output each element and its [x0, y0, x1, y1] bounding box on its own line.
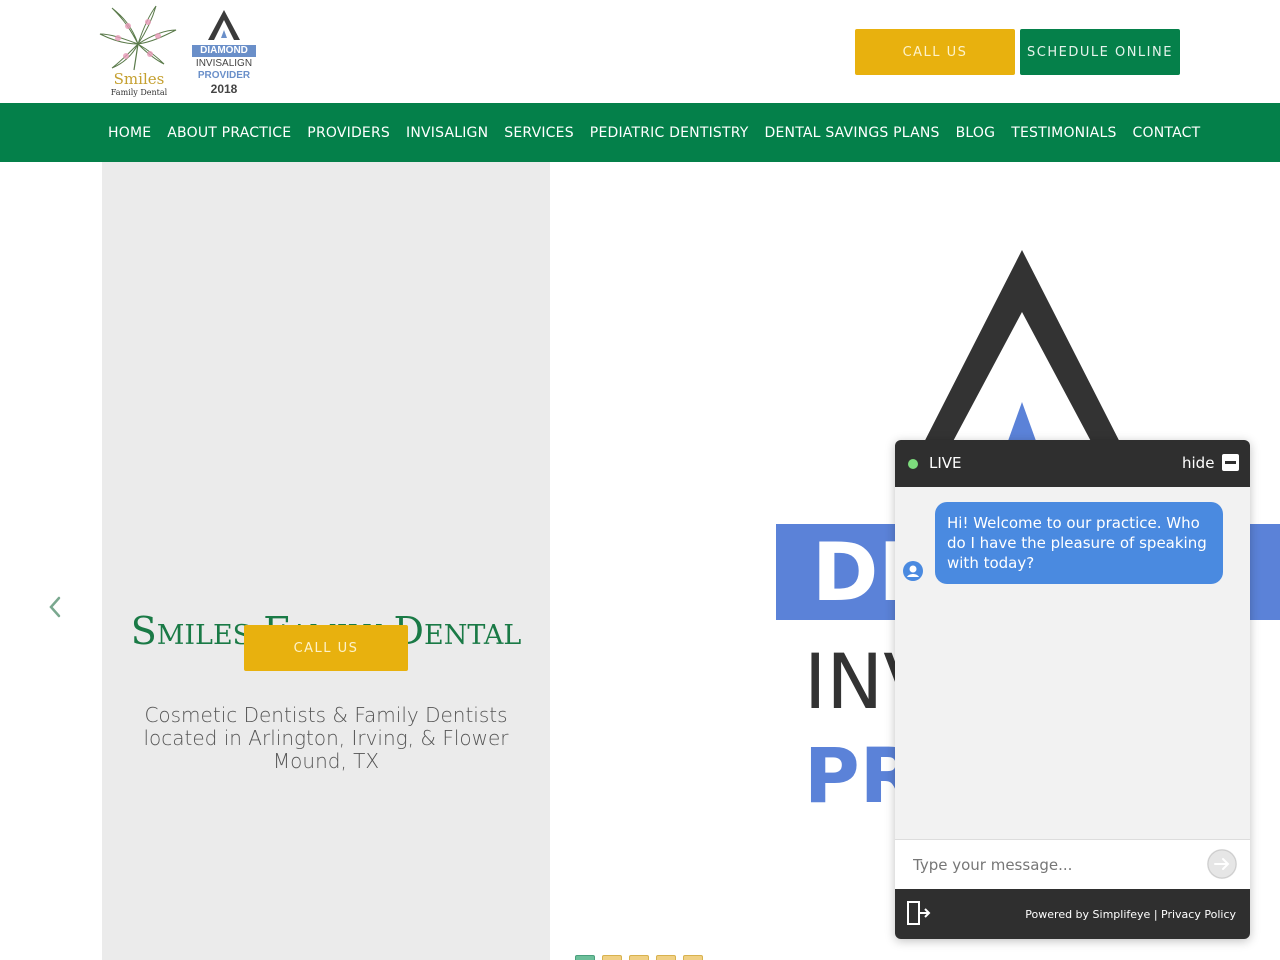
nav-item-blog[interactable]: BLOG [948, 125, 1004, 141]
hero-call-us-button[interactable]: CALL US [244, 625, 408, 671]
call-us-button[interactable]: CALL US [855, 29, 1015, 75]
page: Smiles Family Dental DIAMOND INVISALIGN … [0, 0, 1280, 960]
powered-by-link[interactable]: Powered by Simplifeye [1025, 908, 1150, 921]
nav-item-providers[interactable]: PROVIDERS [299, 125, 398, 141]
nav-item-home[interactable]: HOME [100, 125, 159, 141]
exit-door-icon[interactable] [905, 899, 931, 927]
schedule-online-button[interactable]: SCHEDULE ONLINE [1020, 29, 1180, 75]
site-header: Smiles Family Dental DIAMOND INVISALIGN … [0, 0, 1280, 103]
logo-name-text: Smiles [114, 70, 165, 88]
diamond-invisalign-badge: DIAMOND INVISALIGN PROVIDER 2018 [192, 8, 256, 98]
live-status-icon [908, 459, 918, 469]
nav-item-services[interactable]: SERVICES [496, 125, 582, 141]
chat-message-input[interactable] [913, 852, 1193, 878]
chat-message-bubble: Hi! Welcome to our practice. Who do I ha… [935, 502, 1223, 584]
chat-input-bar [895, 839, 1250, 889]
nav-list: HOME ABOUT PRACTICE PROVIDERS INVISALIGN… [100, 103, 1208, 162]
nav-item-dental-savings-plans[interactable]: DENTAL SAVINGS PLANS [757, 125, 948, 141]
hero-subtitle: Cosmetic Dentists & Family Dentists loca… [143, 703, 509, 773]
chat-header: LIVE hide [895, 440, 1250, 487]
smiles-family-dental-logo[interactable]: Smiles Family Dental [98, 4, 180, 98]
slider-dot-5[interactable] [683, 955, 703, 960]
main-nav: HOME ABOUT PRACTICE PROVIDERS INVISALIGN… [0, 103, 1280, 162]
badge-triangle-icon [208, 10, 240, 40]
privacy-policy-link[interactable]: Privacy Policy [1161, 908, 1236, 921]
agent-avatar-icon [903, 561, 923, 581]
badge-line-2: INVISALIGN [195, 58, 253, 69]
chevron-left-icon[interactable] [44, 594, 66, 620]
nav-item-pediatric-dentistry[interactable]: PEDIATRIC DENTISTRY [582, 125, 757, 141]
send-arrow-icon[interactable] [1207, 849, 1237, 879]
nav-item-contact[interactable]: CONTACT [1125, 125, 1209, 141]
chat-footer: Powered by Simplifeye | Privacy Policy [895, 889, 1250, 939]
live-status-label: LIVE [929, 454, 962, 472]
nav-item-about-practice[interactable]: ABOUT PRACTICE [159, 125, 299, 141]
svg-text:DI: DI [812, 526, 908, 619]
logo-sub-text: Family Dental [111, 88, 168, 97]
hide-chat-link[interactable]: hide [1182, 454, 1214, 472]
hero-text-panel: Smiles Family Dental Cosmetic Dentists &… [102, 162, 550, 960]
nav-item-testimonials[interactable]: TESTIMONIALS [1003, 125, 1124, 141]
footer-divider: | [1153, 908, 1162, 921]
slider-dot-4[interactable] [656, 955, 676, 960]
badge-line-4: 2018 [210, 82, 238, 96]
badge-line-1: DIAMOND [192, 45, 256, 57]
nav-item-invisalign[interactable]: INVISALIGN [398, 125, 496, 141]
slider-dots [575, 955, 703, 960]
live-chat-widget: LIVE hide Hi! Welcome to our practice. W… [895, 440, 1250, 939]
chat-messages: Hi! Welcome to our practice. Who do I ha… [895, 487, 1250, 839]
badge-line-3: PROVIDER [197, 70, 251, 81]
slider-dot-3[interactable] [629, 955, 649, 960]
slider-dot-1[interactable] [575, 955, 595, 960]
powered-by-text: Powered by Simplifeye | Privacy Policy [1025, 908, 1236, 921]
minimize-icon[interactable] [1222, 454, 1239, 471]
slider-dot-2[interactable] [602, 955, 622, 960]
